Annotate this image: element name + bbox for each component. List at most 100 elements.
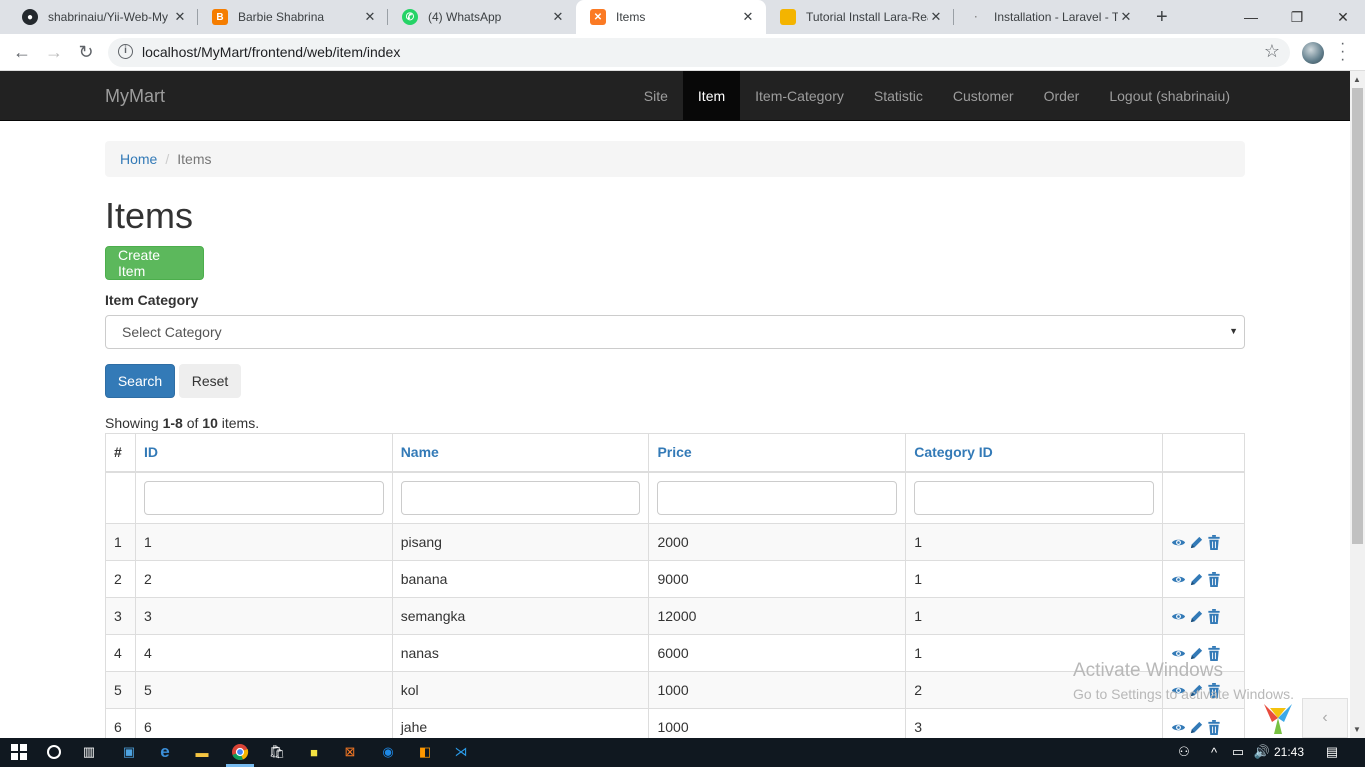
pencil-icon[interactable] (1189, 646, 1204, 661)
window-close-icon[interactable]: ✕ (1320, 0, 1365, 34)
browser-toolbar: ← → ↻ i localhost/MyMart/frontend/web/it… (0, 34, 1365, 71)
nav-item[interactable]: Item (682, 71, 741, 121)
scroll-up-arrow-icon[interactable]: ▲ (1353, 75, 1361, 84)
sort-price-link[interactable]: Price (657, 444, 691, 460)
browser-tab[interactable]: B Barbie Shabrina ✕ (198, 0, 388, 34)
menu-kebab-icon[interactable]: · · · (1340, 36, 1345, 68)
restore-icon[interactable]: ❐ (1274, 0, 1320, 34)
url-text[interactable]: localhost/MyMart/frontend/web/item/index (142, 44, 400, 60)
tray-chevron-up-icon[interactable]: ^ (1204, 742, 1224, 762)
yii-debug-logo-icon[interactable] (1258, 698, 1298, 738)
store-icon[interactable]: ▣ (119, 742, 139, 762)
network-icon[interactable]: ▭ (1228, 742, 1248, 762)
windows-start-icon[interactable] (9, 742, 29, 762)
browser-tab[interactable]: Tutorial Install Lara-Rea ✕ (766, 0, 954, 34)
cortana-search-icon[interactable] (44, 742, 64, 762)
sort-name-link[interactable]: Name (401, 444, 439, 460)
create-item-button[interactable]: Create Item (105, 246, 204, 280)
close-tab-icon[interactable]: ✕ (928, 9, 944, 25)
people-icon[interactable]: ⚇ (1174, 742, 1194, 762)
filter-price-input[interactable] (657, 480, 898, 515)
close-tab-icon[interactable]: ✕ (362, 9, 378, 25)
debug-toolbar-toggle[interactable]: ‹ (1302, 698, 1348, 738)
reload-icon[interactable]: ↻ (74, 40, 98, 64)
category-select[interactable]: Select Category ▼ (105, 315, 1245, 349)
vscode-icon[interactable]: ⋊ (451, 742, 471, 762)
filter-id-input[interactable] (143, 480, 384, 515)
pencil-icon[interactable] (1189, 535, 1204, 550)
filter-cell (905, 471, 1163, 524)
summary-of: of (182, 415, 203, 431)
browser-tab[interactable]: · Installation - Laravel - T ✕ (954, 0, 1144, 34)
forward-icon[interactable]: → (42, 40, 66, 64)
pencil-icon[interactable] (1189, 572, 1204, 587)
table-header-row: # ID Name Price Category ID (105, 433, 1246, 473)
page-scrollbar[interactable]: ▲ ▼ (1350, 71, 1365, 738)
volume-icon[interactable]: 🔊 (1252, 742, 1272, 762)
sort-id-link[interactable]: ID (144, 444, 158, 460)
trash-icon[interactable] (1207, 571, 1221, 587)
edge-icon[interactable]: e (155, 742, 175, 762)
browser-tab[interactable]: ● shabrinaiu/Yii-Web-My ✕ (8, 0, 198, 34)
xampp-taskbar-icon[interactable]: ⊠ (340, 742, 360, 762)
close-tab-icon[interactable]: ✕ (740, 9, 756, 25)
trash-icon[interactable] (1207, 719, 1221, 735)
close-tab-icon[interactable]: ✕ (1118, 9, 1134, 25)
sort-category-id-link[interactable]: Category ID (914, 444, 993, 460)
laravel-icon: · (974, 11, 978, 23)
close-tab-icon[interactable]: ✕ (172, 9, 188, 25)
eye-icon[interactable] (1171, 609, 1186, 624)
reset-button[interactable]: Reset (179, 364, 241, 398)
column-header-name[interactable]: Name (391, 433, 650, 473)
scrollbar-thumb[interactable] (1352, 88, 1363, 544)
teamviewer-icon[interactable]: ◉ (378, 742, 398, 762)
profile-avatar[interactable] (1302, 42, 1324, 64)
minimize-icon[interactable]: — (1228, 0, 1274, 34)
page-title: Items (105, 195, 194, 236)
close-tab-icon[interactable]: ✕ (550, 9, 566, 25)
browser-tab[interactable]: ✆ (4) WhatsApp ✕ (388, 0, 576, 34)
notifications-icon[interactable]: ▤ (1322, 742, 1342, 762)
site-brand[interactable]: MyMart (105, 86, 165, 107)
nav-customer[interactable]: Customer (938, 71, 1029, 121)
eye-icon[interactable] (1171, 572, 1186, 587)
back-icon[interactable]: ← (10, 40, 34, 64)
tab-title: Installation - Laravel - T (994, 10, 1118, 24)
nav-site[interactable]: Site (629, 71, 683, 121)
scroll-down-arrow-icon[interactable]: ▼ (1353, 725, 1361, 734)
table-row: 6 6 jahe 1000 3 (105, 708, 1246, 738)
trash-icon[interactable] (1207, 645, 1221, 661)
column-header-id[interactable]: ID (134, 433, 393, 473)
pencil-icon[interactable] (1189, 609, 1204, 624)
filter-category-id-input[interactable] (914, 480, 1154, 515)
eye-icon[interactable] (1171, 646, 1186, 661)
pencil-icon[interactable] (1189, 720, 1204, 735)
eye-icon[interactable] (1171, 535, 1186, 550)
file-explorer-icon[interactable]: ▬ (192, 742, 212, 762)
browser-tab-active[interactable]: ✕ Items ✕ (576, 0, 766, 34)
nav-logout[interactable]: Logout (shabrinaiu) (1094, 71, 1245, 121)
filter-name-input[interactable] (400, 480, 641, 515)
column-header-price[interactable]: Price (648, 433, 907, 473)
trash-icon[interactable] (1207, 608, 1221, 624)
sublime-icon[interactable]: ◧ (415, 742, 435, 762)
bookmark-star-icon[interactable]: ☆ (1264, 41, 1280, 62)
address-bar[interactable]: i localhost/MyMart/frontend/web/item/ind… (108, 38, 1290, 67)
task-view-icon[interactable]: ▥ (79, 742, 99, 762)
chrome-icon[interactable] (230, 742, 250, 762)
name-cell: nanas (391, 634, 650, 672)
eye-icon[interactable] (1171, 720, 1186, 735)
breadcrumb-home[interactable]: Home (120, 151, 157, 167)
nav-statistic[interactable]: Statistic (859, 71, 938, 121)
tab-title: Items (616, 10, 646, 24)
sticky-notes-icon[interactable]: ■ (304, 742, 324, 762)
shopping-bag-icon[interactable]: 🛍 (267, 742, 287, 762)
nav-item-category[interactable]: Item-Category (740, 71, 859, 121)
site-info-icon[interactable]: i (118, 44, 133, 59)
trash-icon[interactable] (1207, 534, 1221, 550)
search-button[interactable]: Search (105, 364, 175, 398)
column-header-category-id[interactable]: Category ID (905, 433, 1163, 473)
new-tab-icon[interactable]: + (1156, 6, 1168, 29)
nav-order[interactable]: Order (1029, 71, 1095, 121)
taskbar-clock[interactable]: 21:43 (1274, 745, 1304, 759)
